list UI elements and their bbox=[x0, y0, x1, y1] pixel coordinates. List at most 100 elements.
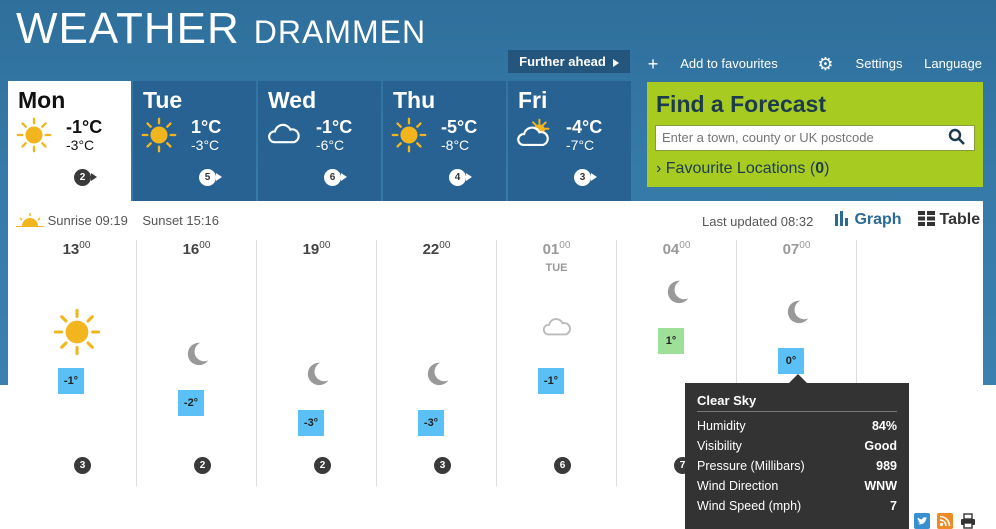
sunrise-icon bbox=[16, 213, 44, 227]
temperature-badge: -1° bbox=[538, 368, 564, 394]
day-name: Fri bbox=[518, 87, 548, 113]
further-ahead-label: Further ahead bbox=[519, 54, 606, 69]
wind-speed-icon: 6 bbox=[324, 169, 347, 186]
hour-column[interactable]: 2200 -3° 3 bbox=[377, 240, 497, 486]
hour-column[interactable]: 0100 TUE -1° 6 bbox=[497, 240, 617, 486]
hour-label: 0100 bbox=[497, 240, 616, 258]
moon-icon bbox=[661, 276, 693, 313]
hour-label: 2200 bbox=[377, 240, 496, 258]
minute-value: 00 bbox=[799, 240, 811, 251]
minute-value: 00 bbox=[319, 240, 331, 251]
sunset-text: Sunset 15:16 bbox=[142, 213, 219, 228]
minute-value: 00 bbox=[439, 240, 451, 251]
chevron-right-icon: › bbox=[656, 160, 662, 177]
settings-label: Settings bbox=[855, 56, 903, 71]
graph-tab[interactable]: Graph bbox=[834, 211, 906, 228]
wind-speed-icon: 3 bbox=[74, 457, 97, 474]
minute-value: 00 bbox=[679, 240, 691, 251]
hour-label: 0400 bbox=[617, 240, 736, 258]
table-tab[interactable]: Table bbox=[918, 211, 980, 228]
search-input[interactable] bbox=[656, 126, 942, 148]
day-tab-tue[interactable]: Tue 1°C -3°C 5 bbox=[133, 81, 256, 201]
temperature-badge: 0° bbox=[778, 348, 804, 374]
temperature-badge: 1° bbox=[658, 328, 684, 354]
day-tab-wed[interactable]: Wed -1°C -6°C 6 bbox=[258, 81, 381, 201]
tooltip-label: Pressure (Millibars) bbox=[697, 459, 805, 473]
favourite-locations-label: Favourite Locations ( bbox=[665, 160, 816, 177]
hour-label: 1300 bbox=[17, 240, 136, 258]
tooltip-row: Pressure (Millibars) 989 bbox=[697, 459, 897, 473]
add-favourites-link[interactable]: + Add to favourites bbox=[630, 54, 778, 75]
tooltip-value: 7 bbox=[890, 499, 897, 513]
last-updated: Last updated 08:32 bbox=[702, 214, 814, 229]
wind-speed-icon: 6 bbox=[554, 457, 577, 474]
hour-value: 01 bbox=[542, 241, 560, 258]
twitter-icon[interactable] bbox=[914, 513, 930, 529]
bar-chart-icon bbox=[835, 211, 848, 226]
settings-link[interactable]: ⚙ Settings bbox=[799, 54, 902, 75]
temperature-badge: -2° bbox=[178, 390, 204, 416]
day-low-temp: -7°C bbox=[566, 137, 595, 153]
temperature-badge: -1° bbox=[58, 368, 84, 394]
print-icon[interactable] bbox=[960, 513, 976, 529]
hour-value: 07 bbox=[782, 241, 800, 258]
sunrise-text: Sunrise 09:19 bbox=[47, 213, 128, 228]
gear-icon: ⚙ bbox=[817, 54, 834, 74]
language-link[interactable]: Language bbox=[924, 56, 982, 71]
moon-icon bbox=[181, 338, 213, 375]
favourite-locations-toggle[interactable]: › Favourite Locations (0) bbox=[656, 160, 829, 178]
hour-column[interactable]: 1900 -3° 2 bbox=[257, 240, 377, 486]
hour-column[interactable]: 1300 -1° 3 bbox=[17, 240, 137, 486]
day-name: Mon bbox=[18, 87, 66, 113]
tooltip-row: Visibility Good bbox=[697, 439, 897, 453]
weather-tooltip: Clear Sky Humidity 84% Visibility Good Press… bbox=[685, 374, 909, 529]
day-tab-thu[interactable]: Thu -5°C -8°C 4 bbox=[383, 81, 506, 201]
sun-icon bbox=[391, 117, 427, 153]
tooltip-label: Humidity bbox=[697, 419, 746, 433]
search-icon[interactable] bbox=[948, 128, 966, 151]
sun-icon bbox=[53, 308, 101, 361]
add-favourites-label: Add to favourites bbox=[680, 56, 778, 71]
tooltip-value: WNW bbox=[864, 479, 897, 493]
hour-label: 0700 bbox=[737, 240, 856, 258]
day-tab-fri[interactable]: Fri -4°C -7°C 3 bbox=[508, 81, 631, 201]
tooltip-row: Wind Direction WNW bbox=[697, 479, 897, 493]
sun-icon bbox=[141, 117, 177, 153]
table-icon bbox=[918, 211, 936, 226]
tooltip-value: 84% bbox=[871, 419, 897, 433]
day-low-temp: -3°C bbox=[66, 137, 95, 153]
tooltip-label: Wind Speed (mph) bbox=[697, 499, 802, 513]
tooltip-label: Visibility bbox=[697, 439, 742, 453]
hour-label: 1900 bbox=[257, 240, 376, 258]
wind-speed-icon: 3 bbox=[574, 169, 597, 186]
hour-label: 1600 bbox=[137, 240, 256, 258]
moon-icon bbox=[781, 296, 813, 333]
hour-value: 22 bbox=[422, 241, 440, 258]
hour-value: 13 bbox=[62, 241, 80, 258]
day-name: Wed bbox=[268, 87, 317, 113]
table-label: Table bbox=[939, 211, 981, 228]
wind-speed-icon: 2 bbox=[314, 457, 337, 474]
graph-label: Graph bbox=[854, 211, 902, 228]
day-sublabel: TUE bbox=[545, 262, 568, 274]
hour-column[interactable]: 1600 -2° 2 bbox=[137, 240, 257, 486]
sun-times: Sunrise 09:19 Sunset 15:16 bbox=[16, 213, 219, 228]
weather-title: WEATHER bbox=[16, 4, 240, 53]
wind-speed-icon: 5 bbox=[199, 169, 222, 186]
favourite-close-paren: ) bbox=[824, 160, 830, 177]
day-low-temp: -6°C bbox=[316, 137, 345, 153]
sun-icon bbox=[16, 117, 52, 153]
view-tabs: Graph Table bbox=[834, 211, 980, 229]
minute-value: 00 bbox=[79, 240, 91, 251]
day-high-temp: 1°C bbox=[191, 117, 222, 137]
rss-icon[interactable] bbox=[937, 513, 953, 529]
cloud-icon bbox=[541, 312, 573, 349]
location-title: DRAMMEN bbox=[253, 14, 427, 50]
wind-speed-icon: 4 bbox=[449, 169, 472, 186]
day-tab-mon[interactable]: Mon -1°C -3°C 2 bbox=[8, 81, 131, 201]
minute-value: 00 bbox=[199, 240, 211, 251]
favourite-count: 0 bbox=[815, 160, 825, 177]
tooltip-label: Wind Direction bbox=[697, 479, 779, 493]
wind-speed-icon: 2 bbox=[194, 457, 217, 474]
wind-speed-icon: 2 bbox=[74, 169, 97, 186]
